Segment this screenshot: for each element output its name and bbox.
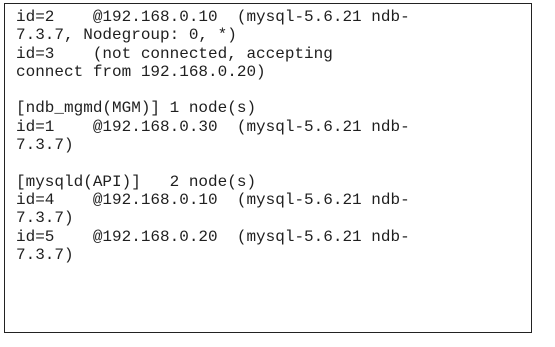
output-line-node-3: id=3 (not connected, accepting bbox=[16, 44, 333, 63]
section-header-mgm: [ndb_mgmd(MGM)] 1 node(s) bbox=[16, 99, 257, 118]
terminal-output-box: id=2 @192.168.0.10 (mysql-5.6.21 ndb- 7.… bbox=[4, 3, 532, 333]
output-line-node-1-cont: 7.3.7) bbox=[16, 136, 74, 155]
output-line-node-2: id=2 @192.168.0.10 (mysql-5.6.21 ndb- bbox=[16, 8, 410, 26]
output-line-node-4: id=4 @192.168.0.10 (mysql-5.6.21 ndb- bbox=[16, 190, 410, 209]
output-line-node-2-cont: 7.3.7, Nodegroup: 0, *) bbox=[16, 26, 237, 45]
output-line-node-5-cont: 7.3.7) bbox=[16, 245, 74, 264]
output-line-node-5: id=5 @192.168.0.20 (mysql-5.6.21 ndb- bbox=[16, 227, 410, 246]
output-line-node-4-cont: 7.3.7) bbox=[16, 209, 74, 228]
output-line-node-3-cont: connect from 192.168.0.20) bbox=[16, 62, 266, 81]
section-header-api: [mysqld(API)] 2 node(s) bbox=[16, 172, 257, 191]
output-line-node-1: id=1 @192.168.0.30 (mysql-5.6.21 ndb- bbox=[16, 117, 410, 136]
